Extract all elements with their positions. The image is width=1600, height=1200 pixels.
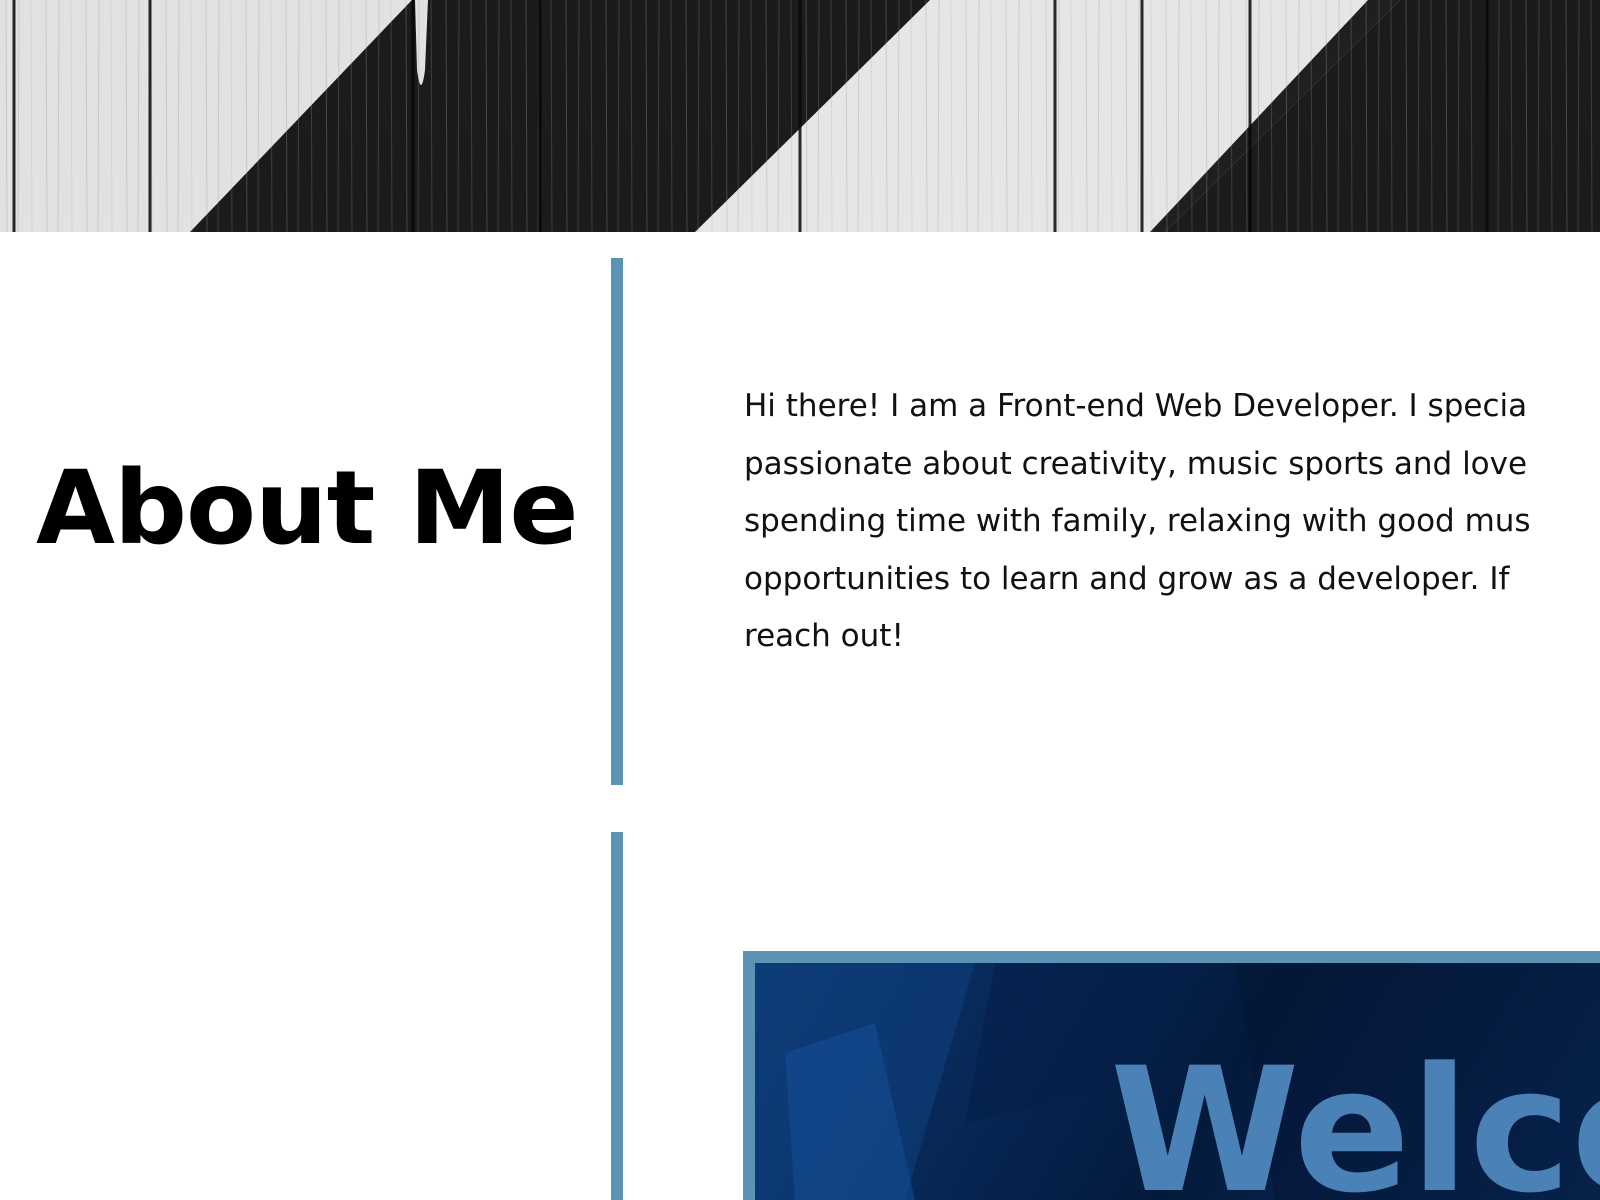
about-paragraph-line: Hi there! I am a Front-end Web Developer… [744,388,1528,424]
project-preview-card[interactable]: Welco [743,951,1600,1200]
section-divider [611,258,623,785]
about-paragraph-line: opportunities to learn and grow as a dev… [744,560,1510,597]
section-divider [611,832,623,1200]
about-paragraph-line: passionate about creativity, music sport… [744,445,1528,482]
welcome-heading: Welco [1110,1030,1600,1200]
about-paragraph-line: reach out! [744,618,904,654]
about-paragraph: Hi there! I am a Front-end Web Developer… [744,378,1600,668]
project-preview-image: Welco [755,963,1600,1200]
painted-wood-stripes-image [0,0,1600,232]
about-paragraph-line: spending time with family, relaxing with… [744,503,1531,539]
hero-banner [0,0,1600,232]
about-heading: About Me [36,449,579,568]
